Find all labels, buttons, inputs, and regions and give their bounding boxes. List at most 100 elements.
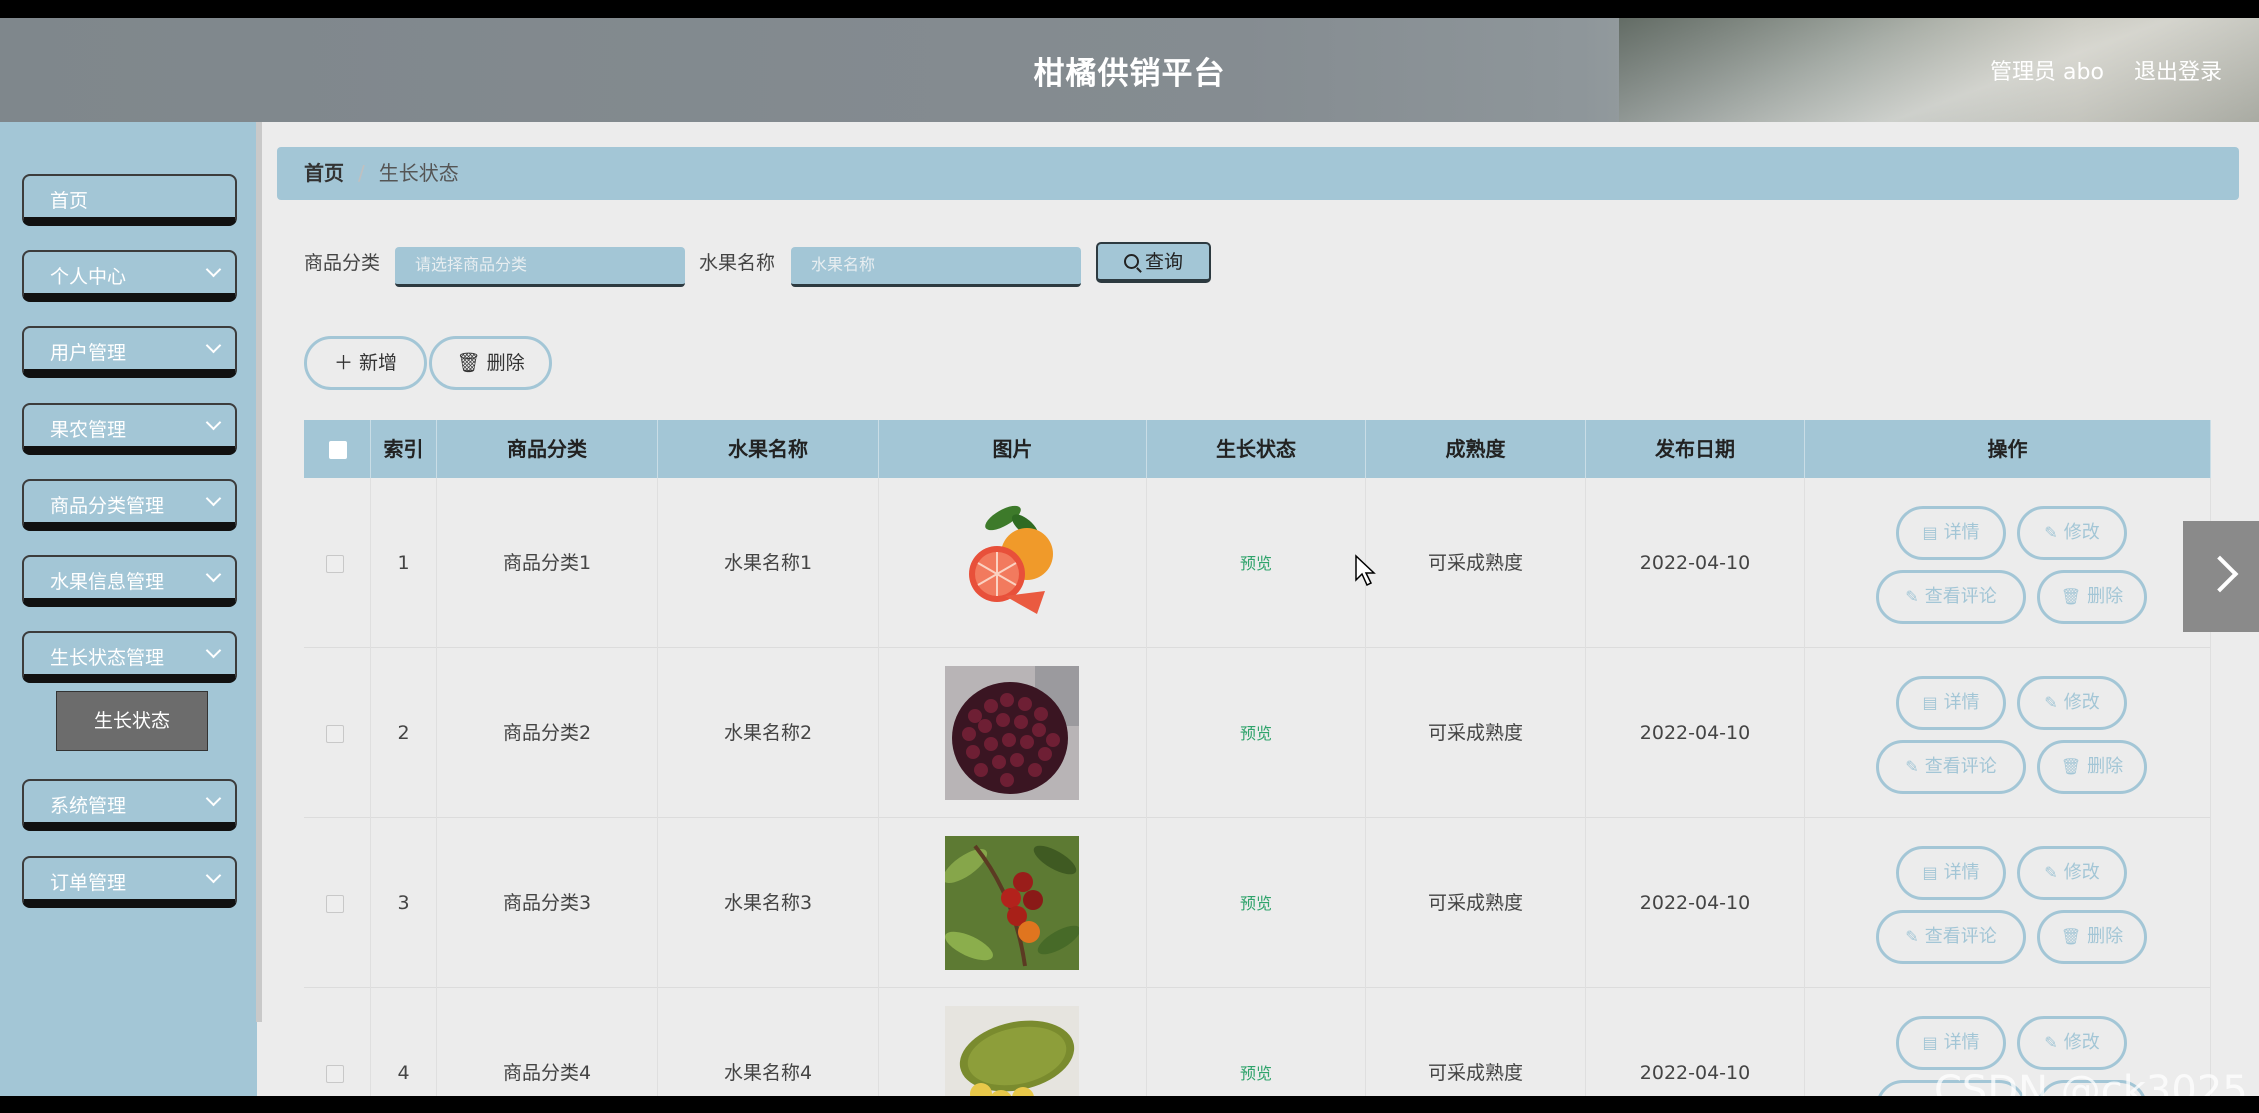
maturity-cell: 可采成熟度	[1366, 648, 1586, 818]
date-cell: 2022-04-10	[1586, 988, 1805, 1096]
fruit-image[interactable]	[945, 666, 1079, 800]
logout-link[interactable]: 退出登录	[2134, 54, 2222, 86]
chevron-down-icon	[205, 490, 222, 507]
fruit-name-cell: 水果名称4	[658, 988, 879, 1096]
search-icon	[1123, 254, 1139, 269]
actions-cell: ▤ 详情 ✎ 修改 ✎ 查看评论 🗑 删除	[1805, 478, 2211, 648]
sidebar-subitem-growth-status[interactable]: 生长状态	[56, 691, 208, 751]
growth-status-cell: 预览	[1147, 818, 1366, 988]
category-cell: 商品分类4	[437, 988, 658, 1096]
mouse-cursor-icon	[1355, 554, 1376, 587]
trash-icon: 🗑	[2060, 587, 2082, 606]
category-cell: 商品分类1	[437, 478, 658, 648]
edit-button-label: 修改	[2063, 1032, 2100, 1053]
sidebar-scrollbar[interactable]	[256, 122, 262, 1022]
plus-icon: ＋	[333, 352, 353, 374]
batch-delete-button[interactable]: 🗑 删除	[429, 336, 552, 390]
pencil-icon: ✎	[1905, 927, 1919, 946]
current-user: 管理员 abo	[1990, 60, 2104, 85]
growth-status-cell: 预览	[1147, 478, 1366, 648]
view-comments-label: 查看评论	[1924, 926, 1997, 947]
status-preview-link[interactable]: 预览	[1240, 894, 1272, 913]
delete-button[interactable]: 🗑 删除	[2037, 910, 2147, 964]
sidebar-item-label: 用户管理	[50, 342, 127, 364]
view-comments-button[interactable]: ✎ 查看评论	[1876, 570, 2026, 624]
row-checkbox[interactable]	[326, 725, 344, 743]
detail-button[interactable]: ▤ 详情	[1896, 1016, 2006, 1070]
add-button[interactable]: ＋ 新增	[304, 336, 427, 390]
detail-button[interactable]: ▤ 详情	[1896, 506, 2006, 560]
index-cell: 1	[371, 478, 437, 648]
row-select-cell	[304, 988, 371, 1096]
status-preview-link[interactable]: 预览	[1240, 554, 1272, 573]
row-checkbox[interactable]	[326, 895, 344, 913]
growth-status-cell: 预览	[1147, 988, 1366, 1096]
delete-button[interactable]: 🗑 删除	[2037, 740, 2147, 794]
detail-button[interactable]: ▤ 详情	[1896, 846, 2006, 900]
delete-button-label: 删除	[2087, 926, 2124, 947]
watermark: CSDN @ck3025	[1934, 1068, 2248, 1096]
pencil-icon: ✎	[2044, 693, 2058, 712]
fruit-image[interactable]	[945, 496, 1079, 630]
select-all-checkbox[interactable]	[329, 441, 347, 459]
category-label: 商品分类	[304, 252, 381, 274]
view-comments-button[interactable]: ✎ 查看评论	[1876, 910, 2026, 964]
view-comments-button[interactable]: ✎ 查看评论	[1876, 740, 2026, 794]
sidebar-item-home[interactable]: 首页	[22, 174, 237, 226]
sidebar-item-label: 首页	[50, 190, 89, 212]
edit-button[interactable]: ✎ 修改	[2017, 846, 2127, 900]
detail-button-label: 详情	[1943, 1032, 1980, 1053]
detail-button-label: 详情	[1943, 862, 1980, 883]
row-select-cell	[304, 818, 371, 988]
row-select-cell	[304, 648, 371, 818]
query-button[interactable]: 查询	[1096, 242, 1211, 283]
breadcrumb-home[interactable]: 首页	[304, 161, 344, 185]
trash-icon: 🗑	[2060, 757, 2082, 776]
status-preview-link[interactable]: 预览	[1240, 724, 1272, 743]
edit-button[interactable]: ✎ 修改	[2017, 506, 2127, 560]
actions-cell: ▤ 详情 ✎ 修改 ✎ 查看评论 🗑 删除	[1805, 648, 2211, 818]
sidebar-item-system[interactable]: 系统管理	[22, 779, 237, 831]
sidebar-item-profile[interactable]: 个人中心	[22, 250, 237, 302]
row-checkbox[interactable]	[326, 555, 344, 573]
sidebar-item-users[interactable]: 用户管理	[22, 326, 237, 378]
chevron-down-icon	[205, 261, 222, 278]
sidebar-item-growth-status[interactable]: 生长状态管理	[22, 631, 237, 683]
document-icon: ▤	[1922, 693, 1938, 712]
sidebar-item-categories[interactable]: 商品分类管理	[22, 479, 237, 531]
table-header: 索引 商品分类 水果名称 图片 生长状态 成熟度 发布日期 操作	[304, 420, 2211, 478]
status-preview-link[interactable]: 预览	[1240, 1064, 1272, 1083]
category-cell: 商品分类3	[437, 818, 658, 988]
category-cell: 商品分类2	[437, 648, 658, 818]
column-header: 水果名称	[658, 420, 879, 478]
edit-button[interactable]: ✎ 修改	[2017, 1016, 2127, 1070]
pencil-icon: ✎	[1905, 587, 1919, 606]
table-row: 4 商品分类4 水果名称4 预览 可采成熟度 2022-04-10 ▤ 详情 ✎ 修…	[304, 988, 2211, 1096]
view-comments-label: 查看评论	[1924, 586, 1997, 607]
edit-button-label: 修改	[2063, 862, 2100, 883]
page-title: 柑橘供销平台	[1033, 56, 1226, 92]
detail-button-label: 详情	[1943, 522, 1980, 543]
delete-button[interactable]: 🗑 删除	[2037, 570, 2147, 624]
detail-button[interactable]: ▤ 详情	[1896, 676, 2006, 730]
actions-cell: ▤ 详情 ✎ 修改 ✎ 查看评论 🗑 删除	[1805, 818, 2211, 988]
trash-icon: 🗑	[2060, 927, 2082, 946]
delete-button-label: 删除	[2087, 756, 2124, 777]
edit-button[interactable]: ✎ 修改	[2017, 676, 2127, 730]
table-row: 1 商品分类1 水果名称1 预览 可采成熟度 2022-04-10 ▤ 详情 ✎…	[304, 478, 2211, 648]
row-select-cell	[304, 478, 371, 648]
row-checkbox[interactable]	[326, 1065, 344, 1083]
sidebar-item-growers[interactable]: 果农管理	[22, 403, 237, 455]
chevron-right-icon[interactable]	[2183, 521, 2259, 632]
fruit-name-input[interactable]	[791, 247, 1081, 287]
index-cell: 3	[371, 818, 437, 988]
maturity-cell: 可采成熟度	[1366, 818, 1586, 988]
category-select[interactable]	[395, 247, 685, 287]
fruit-image[interactable]	[945, 1006, 1079, 1096]
sidebar-item-fruit-info[interactable]: 水果信息管理	[22, 555, 237, 607]
fruit-image[interactable]	[945, 836, 1079, 970]
image-cell	[879, 478, 1147, 648]
sidebar-item-orders[interactable]: 订单管理	[22, 856, 237, 908]
sidebar-item-label: 果农管理	[50, 419, 127, 441]
image-cell	[879, 648, 1147, 818]
